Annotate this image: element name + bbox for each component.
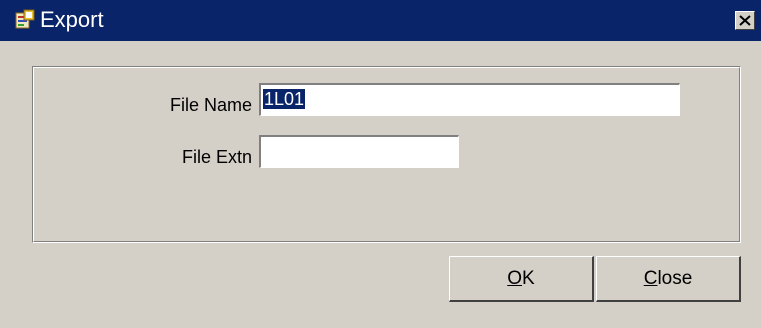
window-title: Export (40, 7, 104, 32)
file-extn-input[interactable] (259, 135, 459, 168)
close-mnemonic: C (643, 267, 658, 289)
file-extn-label: File Extn (181, 147, 252, 167)
close-window-button[interactable] (735, 11, 755, 30)
file-name-input[interactable]: 1L01 (259, 83, 680, 116)
ok-mnemonic: O (507, 267, 523, 289)
ok-button[interactable]: OK (449, 256, 594, 302)
export-dialog: Export File Name 1L01 File Extn OK Close (0, 0, 761, 328)
close-label-rest: lose (657, 267, 693, 289)
close-button[interactable]: Close (596, 256, 741, 302)
file-name-selected-text: 1L01 (263, 89, 306, 109)
file-name-label: File Name (169, 95, 252, 115)
ok-label-rest: K (522, 267, 535, 289)
app-form-icon (15, 9, 35, 31)
title-bar[interactable]: Export (0, 0, 761, 41)
close-x-icon (739, 15, 751, 26)
